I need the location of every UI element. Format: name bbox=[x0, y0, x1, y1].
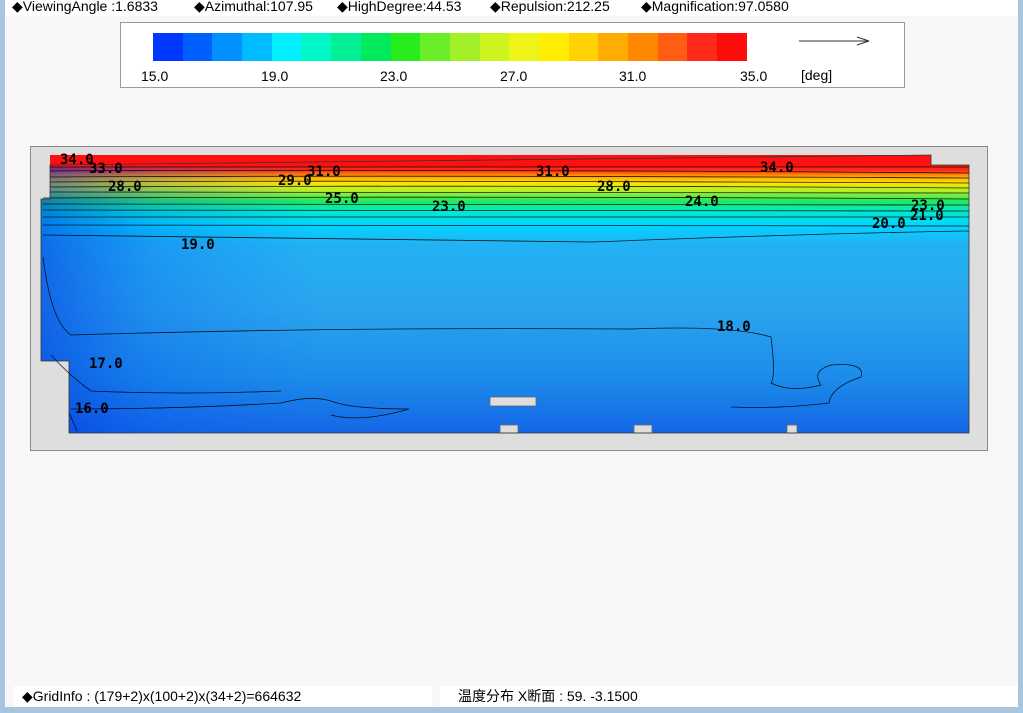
unit-label: [deg] bbox=[801, 67, 833, 83]
contour-label: 25.0 bbox=[325, 191, 359, 207]
contour-label: 29.0 bbox=[278, 173, 312, 189]
contour-label: 31.0 bbox=[307, 164, 341, 180]
color-scale-swatch bbox=[212, 33, 243, 61]
color-scale-swatch bbox=[717, 33, 747, 61]
scale-label: 35.0 bbox=[740, 68, 768, 84]
color-scale-swatch bbox=[657, 33, 688, 61]
contour-label: 24.0 bbox=[685, 194, 719, 210]
color-scale-bar bbox=[153, 33, 747, 61]
view-parameters-bar: ◆ViewingAngle :1.6833 ◆Azimuthal:107.95 … bbox=[5, 0, 1018, 16]
color-scale-swatch bbox=[271, 33, 302, 61]
contour-label: 31.0 bbox=[536, 164, 570, 180]
window-frame-bottom bbox=[0, 707, 1023, 713]
temperature-contour-plot: 34.0 33.0 28.0 31.0 29.0 25.0 23.0 31.0 … bbox=[30, 146, 988, 451]
contour-label: 33.0 bbox=[89, 161, 123, 177]
section-info-status: 温度分布 X断面 : 59. -3.1500 bbox=[440, 686, 1018, 707]
contour-label: 16.0 bbox=[75, 401, 109, 417]
contour-label: 28.0 bbox=[597, 179, 631, 195]
color-scale-swatch bbox=[301, 33, 332, 61]
contour-label: 23.0 bbox=[432, 199, 466, 215]
window-frame-left bbox=[0, 0, 5, 713]
window-frame-right bbox=[1018, 0, 1023, 713]
color-scale-swatch bbox=[538, 33, 569, 61]
contour-label: 28.0 bbox=[108, 179, 142, 195]
color-scale-swatch bbox=[242, 33, 272, 61]
viewing-angle-readout: ◆ViewingAngle :1.6833 bbox=[12, 0, 158, 14]
color-scale-swatch bbox=[449, 33, 480, 61]
color-scale-swatch bbox=[598, 33, 628, 61]
color-scale-swatch bbox=[182, 33, 213, 61]
color-scale-swatch bbox=[390, 33, 421, 61]
scale-label: 31.0 bbox=[619, 68, 647, 84]
contour-label: 18.0 bbox=[717, 319, 751, 335]
vector-scale-arrow-icon bbox=[799, 36, 870, 46]
azimuthal-readout: ◆Azimuthal:107.95 bbox=[194, 0, 313, 14]
scale-label: 15.0 bbox=[141, 68, 169, 84]
color-scale-swatch bbox=[509, 33, 539, 61]
contour-label: 20.0 bbox=[872, 216, 906, 232]
scale-label: 27.0 bbox=[500, 68, 528, 84]
color-scale-swatch bbox=[360, 33, 391, 61]
color-scale-swatch bbox=[568, 33, 599, 61]
color-scale-swatch bbox=[479, 33, 510, 61]
contour-label: 17.0 bbox=[89, 356, 123, 372]
color-scale-legend: 15.0 19.0 23.0 27.0 31.0 35.0 [deg] bbox=[120, 22, 905, 88]
scale-label: 19.0 bbox=[261, 68, 289, 84]
color-scale-swatch bbox=[153, 33, 183, 61]
color-scale-swatch bbox=[331, 33, 361, 61]
contour-label: 34.0 bbox=[760, 160, 794, 176]
scale-label: 23.0 bbox=[380, 68, 408, 84]
contour-label: 21.0 bbox=[910, 208, 944, 224]
magnification-readout: ◆Magnification:97.0580 bbox=[641, 0, 789, 14]
color-scale-swatch bbox=[420, 33, 450, 61]
grid-info-status: ◆GridInfo : (179+2)x(100+2)x(34+2)=66463… bbox=[14, 686, 432, 707]
contour-label: 19.0 bbox=[181, 237, 215, 253]
color-scale-swatch bbox=[687, 33, 718, 61]
high-degree-readout: ◆HighDegree:44.53 bbox=[337, 0, 462, 14]
contour-field bbox=[40, 154, 970, 434]
color-scale-swatch bbox=[628, 33, 658, 61]
repulsion-readout: ◆Repulsion:212.25 bbox=[490, 0, 610, 14]
